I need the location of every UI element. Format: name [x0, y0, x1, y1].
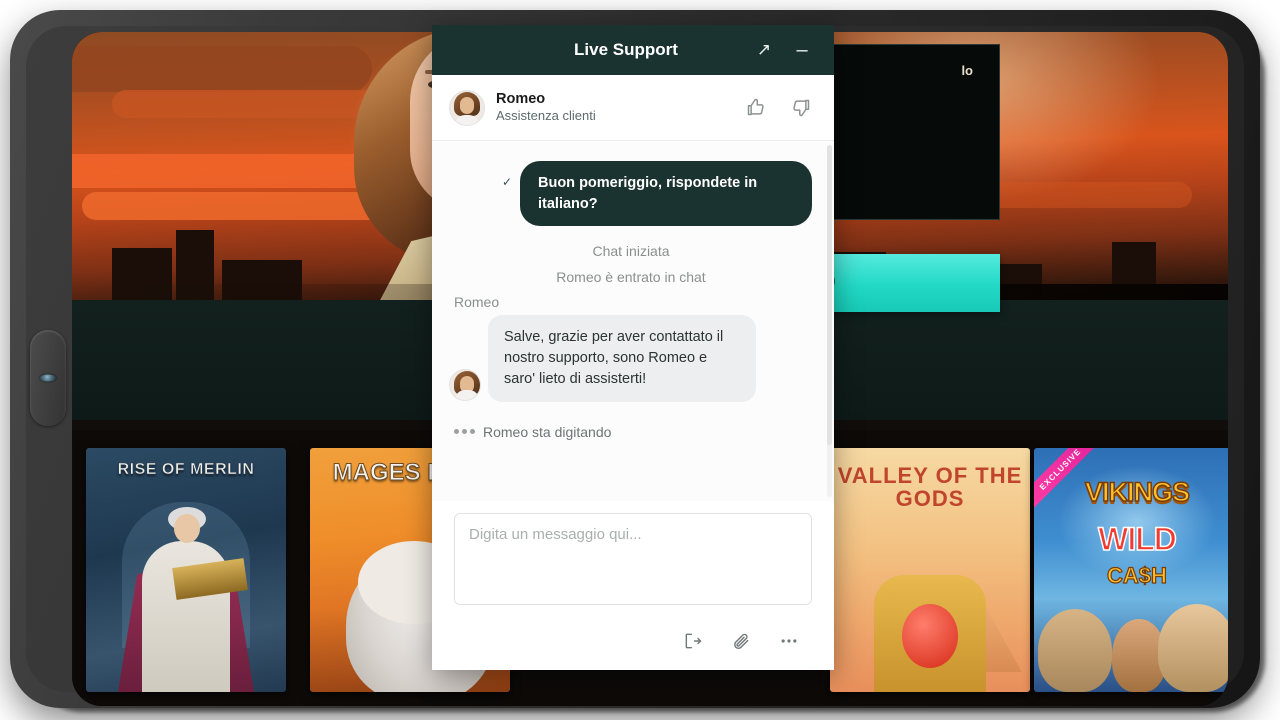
game-title-line2: WILD: [1097, 520, 1177, 558]
avatar-face: [460, 96, 474, 114]
thumbs-up-icon[interactable]: [738, 91, 772, 125]
merlin-head: [174, 513, 200, 544]
message-bubble-outgoing: Buon pomeriggio, rispondete in italiano?: [520, 161, 812, 227]
screenshot-root: thereum Ł litecoin ✛ Ripple ER. payz: [0, 0, 1280, 720]
game-title-line1: VIKINGS: [1084, 477, 1191, 509]
attach-file-icon[interactable]: [726, 626, 756, 656]
message-avatar: [450, 369, 480, 400]
message-delivered-icon: ✓: [501, 175, 512, 189]
system-message-agent-joined: Romeo è entrato in chat: [556, 269, 706, 286]
game-title: RISE OF MERLIN: [117, 461, 255, 478]
agent-info: Romeo Assistenza clienti: [496, 90, 726, 125]
game-tile-vikings-wild-cash[interactable]: VIKINGS WILD CA$H EXCLUSIVE: [1034, 448, 1228, 692]
end-chat-icon[interactable]: [678, 626, 708, 656]
typing-dots-icon: [454, 429, 475, 435]
message-bubble-incoming: Salve, grazie per aver contattato il nos…: [488, 315, 756, 402]
agent-role: Assistenza clienti: [496, 108, 596, 124]
avatar-shirt: [455, 114, 479, 125]
system-message-chat-started: Chat iniziata: [592, 243, 670, 260]
agent-header: Romeo Assistenza clienti: [432, 75, 834, 141]
agent-name: Romeo: [496, 90, 546, 107]
message-sender-name: Romeo: [454, 294, 500, 311]
message-row-incoming: Salve, grazie per aver contattato il nos…: [450, 315, 812, 402]
red-orb: [902, 604, 958, 668]
viking-character: [1157, 604, 1228, 692]
message-row-outgoing: ✓ Buon pomeriggio, rispondete in italian…: [450, 161, 812, 227]
chat-action-bar: [432, 616, 834, 670]
game-tile-valley-of-the-gods[interactable]: VALLEY OF THE GODS: [830, 448, 1030, 692]
message-composer: [432, 501, 834, 616]
live-support-chat-widget: Live Support ↗ – Romeo Assistenza client…: [432, 25, 834, 670]
chat-titlebar: Live Support ↗ –: [432, 25, 834, 75]
typing-indicator: Romeo sta digitando: [450, 414, 812, 440]
power-button[interactable]: [30, 330, 66, 426]
message-input[interactable]: [454, 513, 812, 605]
minimize-icon[interactable]: –: [784, 32, 820, 68]
game-title-line3: CA$H: [1106, 562, 1167, 588]
more-options-icon[interactable]: [774, 626, 804, 656]
chat-title: Live Support: [574, 40, 678, 59]
expand-icon[interactable]: ↗: [746, 32, 782, 68]
thumbs-down-icon[interactable]: [784, 91, 818, 125]
chat-message-list[interactable]: ✓ Buon pomeriggio, rispondete in italian…: [432, 141, 834, 501]
chat-scrollbar-thumb[interactable]: [827, 145, 832, 445]
game-title: VALLEY OF THE GODS: [837, 463, 1023, 512]
viking-character: [1038, 609, 1113, 692]
agent-avatar: [450, 90, 484, 125]
typing-indicator-text: Romeo sta digitando: [483, 423, 612, 440]
game-tile-rise-of-merlin[interactable]: RISE OF MERLIN: [86, 448, 286, 692]
promo-card-label: lo: [961, 63, 973, 78]
